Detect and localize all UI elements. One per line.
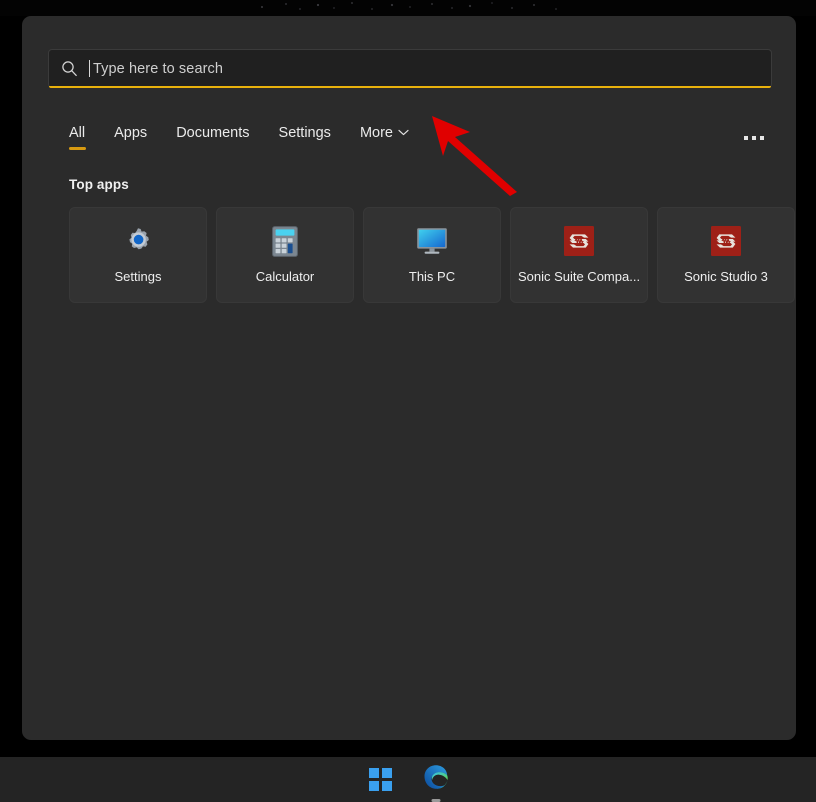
top-apps-list: Settings [69, 207, 795, 303]
annotation-arrow [426, 112, 530, 196]
tile-this-pc[interactable]: This PC [363, 207, 501, 303]
this-pc-monitor-icon [416, 225, 448, 257]
edge-browser-icon [423, 764, 449, 795]
tile-settings-label: Settings [115, 269, 162, 284]
tab-apps-label: Apps [114, 124, 147, 142]
tile-settings[interactable]: Settings [69, 207, 207, 303]
calculator-icon [269, 225, 301, 257]
filter-tabs: All Apps Documents Settings More [69, 124, 438, 154]
tab-documents[interactable]: Documents [176, 124, 249, 150]
search-box-container[interactable]: Type here to search [48, 49, 772, 88]
ellipsis-icon-dot [752, 136, 756, 140]
tab-settings[interactable]: Settings [279, 124, 331, 150]
tile-calculator-label: Calculator [256, 269, 315, 284]
tile-sonic-suite-label: Sonic Suite Compa... [518, 269, 640, 284]
tile-calculator[interactable]: Calculator [216, 207, 354, 303]
tile-sonic-studio-3[interactable]: Sonic Studio 3 [657, 207, 795, 303]
tab-all[interactable]: All [69, 124, 85, 150]
tab-apps[interactable]: Apps [114, 124, 147, 150]
text-caret [89, 60, 90, 77]
start-button[interactable] [364, 763, 398, 797]
desktop-background-noise [0, 0, 816, 16]
search-input[interactable]: Type here to search [93, 61, 223, 77]
ellipsis-icon-dot [744, 136, 748, 140]
sonic-studio-icon [710, 225, 742, 257]
tile-sonic-studio-label: Sonic Studio 3 [684, 269, 768, 284]
settings-gear-icon [122, 225, 154, 257]
windows-logo-icon [369, 768, 392, 791]
tab-more-label: More [360, 124, 393, 142]
edge-button[interactable] [419, 763, 453, 797]
search-flyout-panel: Type here to search All Apps Documents S… [22, 16, 796, 740]
taskbar [0, 757, 816, 802]
tab-more[interactable]: More [360, 124, 409, 150]
overflow-menu-button[interactable] [734, 122, 774, 154]
tile-this-pc-label: This PC [409, 269, 455, 284]
chevron-down-icon [398, 123, 409, 141]
tab-settings-label: Settings [279, 124, 331, 142]
tab-documents-label: Documents [176, 124, 249, 142]
top-apps-heading: Top apps [69, 177, 129, 192]
tab-all-label: All [69, 124, 85, 142]
screen: Type here to search All Apps Documents S… [0, 0, 816, 802]
search-box[interactable]: Type here to search [48, 49, 772, 88]
tile-sonic-suite-companion[interactable]: Sonic Suite Compa... [510, 207, 648, 303]
edge-active-indicator [431, 799, 440, 802]
sonic-suite-icon [563, 225, 595, 257]
search-icon [49, 60, 89, 77]
ellipsis-icon-dot [760, 136, 764, 140]
